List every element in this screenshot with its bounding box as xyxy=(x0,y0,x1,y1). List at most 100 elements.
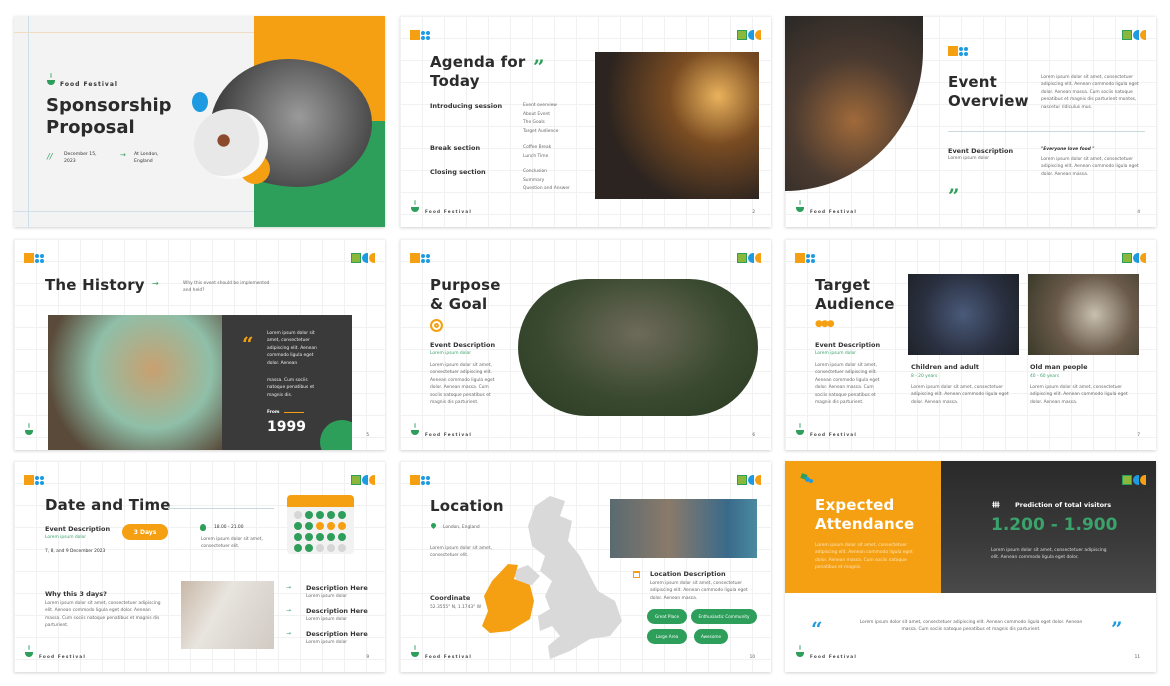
calendar-day-dot xyxy=(294,544,302,552)
calendar-day-dot xyxy=(316,544,324,552)
agenda-item: Conclusion xyxy=(523,169,547,174)
from-label: From xyxy=(267,410,280,415)
group-ages: 8 - 20 years xyxy=(911,374,938,379)
page-number: 5 xyxy=(366,432,369,437)
slide-6-target-audience[interactable]: Target Audience ●●● Event Description Lor… xyxy=(785,239,1156,450)
target-icon xyxy=(430,319,443,332)
desc-text: Lorem ipsum dolor sit amet, consectetuer… xyxy=(815,363,880,406)
tag-pill: Large Area xyxy=(647,629,687,644)
slide-2-agenda[interactable]: Agenda for Today ” Introducing session Ev… xyxy=(400,16,771,227)
brand-logo-left xyxy=(948,46,972,56)
item-sub: Lorem ipsum dolor xyxy=(306,617,348,622)
arrow-right-icon: → xyxy=(286,584,292,591)
slide-8-location[interactable]: Location London, England Lorem ipsum dol… xyxy=(400,461,771,672)
calendar-day-dot xyxy=(327,544,335,552)
brand-logo-right xyxy=(1122,30,1146,40)
title-line: Proposal xyxy=(46,117,135,138)
title-line: Today xyxy=(430,72,480,90)
slide-9-expected-attendance[interactable]: Expected Attendance Lorem ipsum dolor sit… xyxy=(785,461,1156,672)
slide-7-date-time[interactable]: Date and Time Event Description Lorem ip… xyxy=(14,461,385,672)
page-number: 9 xyxy=(366,654,369,659)
calendar-day-dot xyxy=(294,511,302,519)
food-bowl-icon xyxy=(410,423,420,435)
footer-brand: Food Festival xyxy=(425,654,472,659)
food-bowl-icon xyxy=(46,73,56,85)
kitchen-photo xyxy=(48,315,222,450)
slide-5-purpose[interactable]: Purpose & Goal Event Description Lorem ip… xyxy=(400,239,771,450)
slide-4-history[interactable]: The History → Why this event should be i… xyxy=(14,239,385,450)
brand-logo-left xyxy=(410,30,434,40)
desc-text: Lorem ipsum dolor sit amet, consectetuer… xyxy=(430,363,495,406)
dining-photo xyxy=(785,16,923,191)
agenda-section-label: Closing section xyxy=(430,168,486,176)
calendar-day-dot xyxy=(327,533,335,541)
desc-sub: Lorem ipsum dolor xyxy=(815,351,857,356)
place-name: London, England xyxy=(443,525,480,530)
quote-text: Lorem ipsum dolor sit amet, consectetuer… xyxy=(859,620,1083,633)
separator-icon: // xyxy=(47,152,53,161)
page-number: 4 xyxy=(1137,209,1140,214)
title-line: Purpose xyxy=(430,276,501,294)
slide-1-cover[interactable]: Food Festival Sponsorship Proposal // De… xyxy=(14,16,385,227)
brand-logo-right xyxy=(737,30,761,40)
agenda-section-label: Introducing session xyxy=(430,102,503,110)
brand-logo-left xyxy=(410,253,434,263)
group-text: Lorem ipsum dolor sit amet, consectetuer… xyxy=(1030,385,1128,405)
why-text: Lorem ipsum dolor sit amet, consectetuer… xyxy=(45,601,161,629)
page-number: 6 xyxy=(752,432,755,437)
calendar-icon xyxy=(633,571,640,578)
festival-tent-photo xyxy=(518,279,758,416)
item-sub: Lorem ipsum dolor xyxy=(306,640,348,645)
group-name: Children and adult xyxy=(911,363,979,371)
item-sub: Lorem ipsum dolor xyxy=(306,594,348,599)
quote-open-icon: “ xyxy=(811,617,823,641)
slide-title: Agenda for Today xyxy=(430,53,526,91)
brand-logo-right xyxy=(351,475,375,485)
event-location: At London, England xyxy=(134,152,159,164)
green-circle xyxy=(320,420,352,450)
title-line: Overview xyxy=(948,92,1029,110)
calendar-day-dot xyxy=(305,544,313,552)
prediction-text: Lorem ipsum dolor sit amet, consectetuer… xyxy=(991,548,1107,561)
why-title: Why this 3 days? xyxy=(45,590,107,598)
agenda-item: Summary xyxy=(523,177,545,183)
slide-title: Date and Time xyxy=(45,496,171,514)
title-line: Event xyxy=(948,73,998,91)
intro-text: Lorem ipsum dolor sit amet, consectetuer… xyxy=(1041,75,1139,110)
event-date: December 15, 2023 xyxy=(64,152,97,164)
quote-icon: ” xyxy=(948,184,960,208)
group-text: Lorem ipsum dolor sit amet, consectetuer… xyxy=(911,385,1009,405)
guide-line xyxy=(28,16,29,227)
brand-logo-right xyxy=(737,253,761,263)
title-line: & Goal xyxy=(430,295,488,313)
calendar-day-dot xyxy=(294,522,302,530)
question-text: Why this event should be implemented and… xyxy=(183,281,270,294)
slide-3-event-overview[interactable]: Event Overview Lorem ipsum dolor sit amet… xyxy=(785,16,1156,227)
agenda-item: Question and Answer xyxy=(523,186,570,192)
arrow-right-icon: → xyxy=(286,630,292,637)
arrow-right-icon: → xyxy=(120,151,126,159)
people-icon: ●●● xyxy=(815,319,835,329)
agenda-item: The Goals xyxy=(523,120,545,126)
group-name: Old man people xyxy=(1030,363,1088,371)
arrow-right-icon: → xyxy=(286,607,292,614)
page-number: 2 xyxy=(752,209,755,214)
item-title: Description Here xyxy=(306,584,368,592)
quote-icon: “ xyxy=(242,332,254,356)
event-dates: 7, 8, and 9 December 2023 xyxy=(45,549,106,554)
market-stall-photo xyxy=(595,52,759,199)
elderly-photo xyxy=(1028,274,1139,355)
page-number: 7 xyxy=(1137,432,1140,437)
agenda-item: Lunch Time xyxy=(523,153,549,159)
agenda-item: Target Audience xyxy=(523,129,559,135)
title-line: Target xyxy=(815,276,871,294)
brand-logo-left xyxy=(24,475,48,485)
brand-name: Food Festival xyxy=(60,81,118,88)
calendar-day-dot xyxy=(316,533,324,541)
quote-close-icon: ” xyxy=(1111,617,1123,641)
location-desc-title: Location Description xyxy=(650,570,726,578)
brand-logo-right xyxy=(351,253,375,263)
coordinate-value: 52.3555° N, 1.1743° W xyxy=(430,605,482,610)
brand-logo-left xyxy=(795,253,819,263)
calendar-day-dot xyxy=(305,522,313,530)
